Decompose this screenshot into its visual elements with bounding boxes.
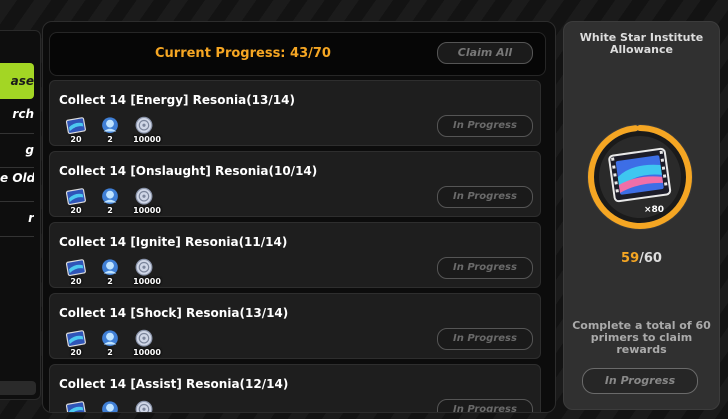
reward-qty: 10000 [133, 277, 161, 286]
reward-qty: 10000 [133, 135, 161, 144]
allowance-in-progress-button[interactable]: In Progress [582, 368, 698, 394]
divider [0, 133, 34, 134]
character-token-icon[interactable]: 2 [96, 328, 124, 357]
reward-qty: 20 [70, 277, 82, 286]
reward-qty: 10000 [133, 348, 161, 357]
claim-all-button[interactable]: Claim All [437, 42, 533, 64]
character-token-icon[interactable]: 2 [96, 186, 124, 215]
task-title: Collect 14 [Shock] Resonia(13/14) [59, 306, 289, 320]
sidebar-item-2[interactable]: rch [0, 107, 34, 121]
film-ticket-icon[interactable]: 20 [62, 399, 90, 412]
film-ticket-icon[interactable]: 20 [62, 328, 90, 357]
reward-qty: 20 [70, 348, 82, 357]
coin-icon[interactable]: 10000 [130, 328, 164, 357]
divider [0, 167, 34, 168]
task-title: Collect 14 [Onslaught] Resonia(10/14) [59, 164, 318, 178]
character-token-icon[interactable]: 2 [96, 115, 124, 144]
allowance-card: White Star Institute Allowance ×80 59/60… [563, 21, 720, 410]
coin-icon[interactable]: 10000 [130, 399, 164, 412]
film-ticket-icon[interactable]: 20 [62, 115, 90, 144]
allowance-total: 60 [643, 251, 662, 266]
task-status-button[interactable]: In Progress [437, 328, 533, 350]
task-status-button[interactable]: In Progress [437, 186, 533, 208]
task-status-button[interactable]: In Progress [437, 115, 533, 137]
divider [0, 201, 34, 202]
coin-icon[interactable]: 10000 [130, 186, 164, 215]
task-row: Collect 14 [Ignite] Resonia(11/14) 20 2 100… [49, 222, 541, 288]
task-row: Collect 14 [Shock] Resonia(13/14) 20 2 1000… [49, 293, 541, 359]
coin-icon[interactable]: 10000 [130, 115, 164, 144]
reward-qty: 2 [107, 348, 113, 357]
current-progress-label: Current Progress: 43/70 [155, 46, 331, 61]
allowance-current: 59 [621, 251, 640, 266]
sidebar-item-3[interactable]: g [0, 143, 34, 157]
task-title: Collect 14 [Assist] Resonia(12/14) [59, 377, 289, 391]
reward-qty: 2 [107, 135, 113, 144]
task-title: Collect 14 [Energy] Resonia(13/14) [59, 93, 295, 107]
progress-header: Current Progress: 43/70 Claim All [49, 32, 546, 76]
task-row: Collect 14 [Onslaught] Resonia(10/14) 20 2… [49, 151, 541, 217]
sidebar-item-label: r [28, 211, 34, 225]
reward-qty: 2 [107, 206, 113, 215]
reward-qty: 10000 [133, 206, 161, 215]
sidebar-item-label: rch [12, 107, 34, 121]
sidebar-item-4[interactable]: e Old [0, 171, 34, 185]
sidebar-item-5[interactable]: r [0, 211, 34, 225]
reward-qty: 2 [107, 277, 113, 286]
film-ticket-icon[interactable]: 20 [62, 257, 90, 286]
allowance-reward-qty: ×80 [644, 205, 665, 215]
task-row: Collect 14 [Energy] Resonia(13/14) 20 2 100… [49, 80, 541, 146]
sidebar-item-label: e Old [0, 171, 34, 185]
sidebar-item-label: ase [10, 74, 34, 88]
coin-icon[interactable]: 10000 [130, 257, 164, 286]
sidebar: ase rch g e Old r [0, 30, 41, 400]
sidebar-item-1[interactable]: ase [0, 63, 34, 99]
task-status-button[interactable]: In Progress [437, 257, 533, 279]
allowance-count: 59/60 [564, 251, 719, 266]
allowance-title: White Star Institute Allowance [579, 31, 704, 56]
task-title: Collect 14 [Ignite] Resonia(11/14) [59, 235, 288, 249]
reward-qty: 20 [70, 135, 82, 144]
divider [0, 236, 34, 237]
character-token-icon[interactable]: 2 [96, 257, 124, 286]
film-ticket-icon [608, 147, 672, 203]
film-ticket-icon[interactable]: 20 [62, 186, 90, 215]
task-panel: Current Progress: 43/70 Claim All Collec… [42, 21, 556, 413]
task-status-button[interactable]: In Progress [437, 399, 533, 412]
sidebar-bottom-tab[interactable] [0, 381, 36, 395]
reward-qty: 20 [70, 206, 82, 215]
allowance-description: Complete a total of 60 primers to claim … [572, 319, 711, 356]
sidebar-item-label: g [25, 143, 34, 157]
character-token-icon[interactable]: 2 [96, 399, 124, 412]
task-row: Collect 14 [Assist] Resonia(12/14) 20 2 100… [49, 364, 541, 412]
